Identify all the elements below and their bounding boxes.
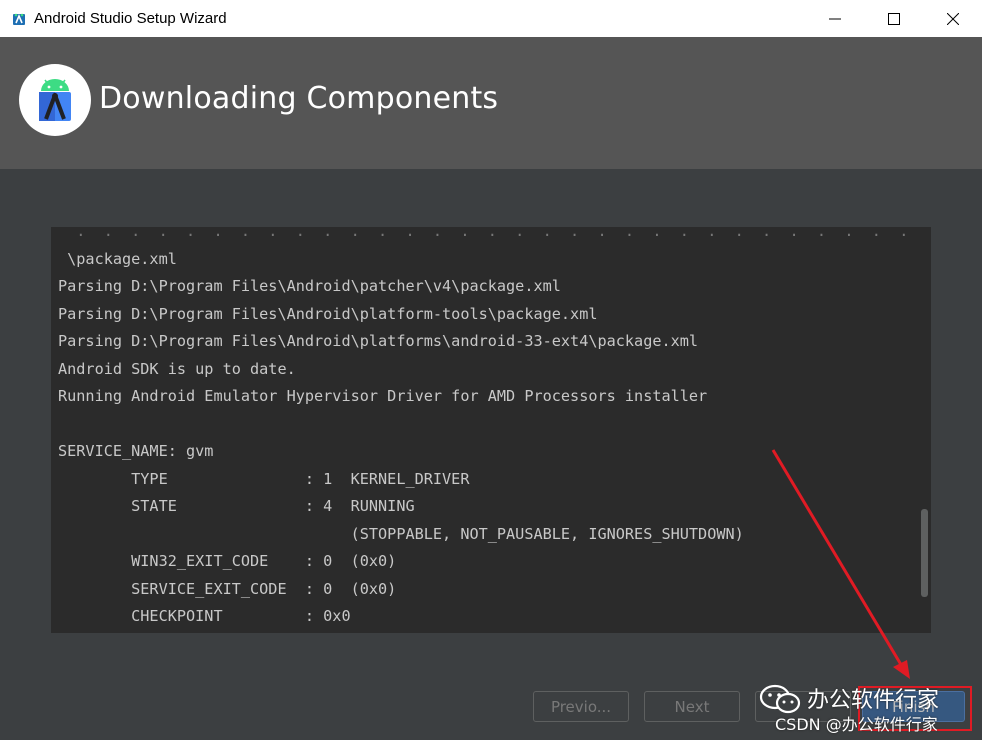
minimize-icon [828, 18, 841, 19]
maximize-icon [887, 12, 900, 25]
minimize-button[interactable] [805, 0, 864, 37]
console-line: Parsing D:\Program Files\Android\platfor… [58, 304, 598, 323]
console-line: CHECKPOINT : 0x0 [58, 607, 351, 625]
console-line: . . . . . . . . . . . . . . . . . . . . … [58, 227, 909, 240]
previous-button[interactable]: Previo... [533, 691, 629, 722]
next-button[interactable]: Next [644, 691, 740, 722]
android-studio-logo-icon [39, 79, 71, 121]
console-line: TYPE : 1 KERNEL_DRIVER [58, 469, 470, 488]
title-bar: Android Studio Setup Wizard [0, 0, 982, 37]
console-output[interactable]: . . . . . . . . . . . . . . . . . . . . … [51, 227, 931, 633]
console-line: (STOPPABLE, NOT_PAUSABLE, IGNORES_SHUTDO… [58, 524, 744, 543]
console-line: STATE : 4 RUNNING [58, 497, 415, 515]
close-icon [946, 12, 959, 25]
android-studio-icon [12, 12, 26, 26]
maximize-button[interactable] [864, 0, 923, 37]
window-title: Android Studio Setup Wizard [34, 10, 227, 27]
scrollbar-thumb[interactable] [921, 509, 928, 597]
console-line: SERVICE_EXIT_CODE : 0 (0x0) [58, 579, 397, 598]
console-scrollbar[interactable] [917, 227, 931, 633]
watermark-csdn: CSDN @办公软件行家 [775, 715, 938, 734]
console-line: Parsing D:\Program Files\Android\patcher… [58, 277, 561, 295]
console-lines: . . . . . . . . . . . . . . . . . . . . … [58, 227, 911, 631]
page-title: Downloading Components [99, 81, 499, 116]
console-line: Parsing D:\Program Files\Android\platfor… [58, 332, 699, 350]
console-line: Running Android Emulator Hypervisor Driv… [58, 387, 708, 405]
wechat-icon [759, 684, 801, 714]
watermark-name: 办公软件行家 [807, 688, 940, 713]
close-button[interactable] [923, 0, 982, 37]
console-line: WIN32_EXIT_CODE : 0 (0x0) [58, 552, 397, 570]
wizard-header: Downloading Components [0, 37, 982, 169]
android-studio-logo [19, 64, 91, 136]
console-line: SERVICE_NAME: gvm [58, 442, 214, 460]
console-line: \package.xml [58, 249, 177, 268]
console-line: Android SDK is up to date. [58, 359, 296, 378]
window-controls [805, 0, 982, 37]
